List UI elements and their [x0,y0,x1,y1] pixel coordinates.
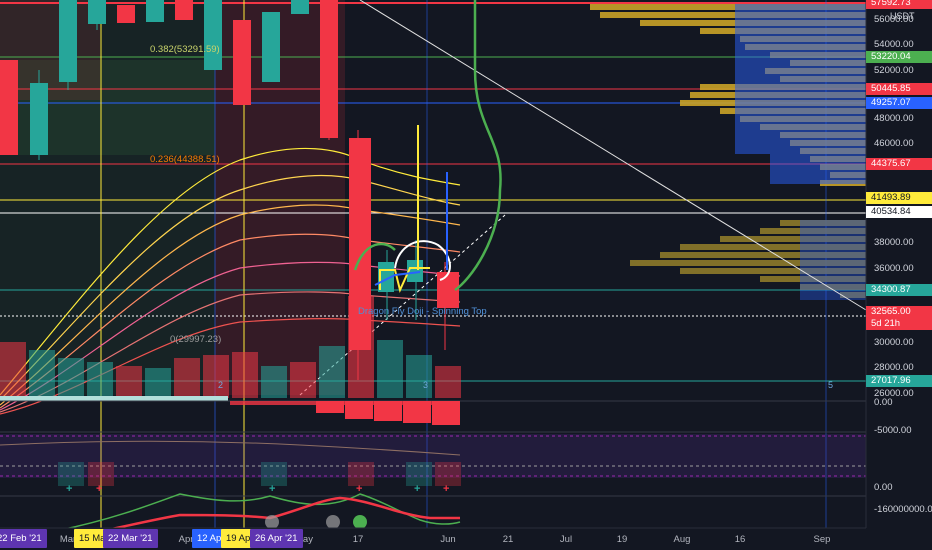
price-tick: 28000.00 [874,362,914,373]
fib-label-0236: 0.236(44388.51) [150,154,220,165]
svg-text:+: + [96,483,102,495]
svg-text:+: + [66,483,72,495]
price-tick: 46000.00 [874,138,914,149]
price-tick: 30000.00 [874,337,914,348]
marker-5: 5 [828,380,834,390]
indicator-tick: -5000.00 [874,425,912,436]
indicator-tick: -160000000.00 [874,504,932,515]
price-tick: 48000.00 [874,113,914,124]
time-tick: 16 [734,534,746,545]
dot-grey-1 [265,515,279,529]
pattern-label: Dragon Fly Doji - Spinning Top [358,306,487,317]
price-tick: 56000.00 [874,14,914,25]
price-badge-44375: 44375.67 [866,158,932,170]
time-tick: Jun [440,534,456,545]
osc-markers: + + + + + + [66,483,449,495]
svg-text:+: + [269,483,275,495]
price-badge-57592: 57592.73 [866,0,932,9]
volume-profile [590,4,866,300]
oscillator-band [0,434,866,478]
price-badge-53220: 53220.04 [866,51,932,63]
price-axis[interactable]: 56000.00 54000.00 52000.00 48000.00 4600… [866,0,932,550]
date-badge-22feb: 22 Feb '21 [0,529,47,548]
countdown-badge: 5d 21h [866,318,932,330]
price-tick: 38000.00 [874,237,914,248]
price-tick: 54000.00 [874,39,914,50]
price-badge-40534: 40534.84 [866,206,932,218]
price-badge-27017: 27017.96 [866,375,932,387]
price-badge-34300: 34300.87 [866,284,932,296]
marker-2: 2 [218,380,224,390]
svg-text:+: + [443,483,449,495]
time-axis[interactable]: Mar Apr May 17 Jun 21 Jul 19 Aug 16 Sep … [0,528,866,550]
price-tick: 36000.00 [874,263,914,274]
time-tick: Jul [559,534,573,545]
time-tick: 17 [352,534,364,545]
fib-label-0: 0(29997.23) [170,334,222,345]
time-tick: Sep [813,534,831,545]
date-badge-22mar: 22 Mar '21 [103,529,158,548]
price-tick: 52000.00 [874,65,914,76]
price-badge-41493: 41493.89 [866,192,932,204]
time-tick: 19 [616,534,628,545]
indicator-tick: 0.00 [874,397,893,408]
price-badge-50445: 50445.85 [866,83,932,95]
svg-text:+: + [414,483,420,495]
indicator-tick: 0.00 [874,482,893,493]
dot-green [353,515,367,529]
svg-text:+: + [356,483,362,495]
time-tick: Aug [673,534,691,545]
date-badge-26apr: 26 Apr '21 [250,529,303,548]
bar-light [0,396,228,401]
time-tick: 21 [502,534,514,545]
hand-drawn-annotations [353,0,502,294]
histogram-pane [230,401,460,425]
dot-grey-2 [326,515,340,529]
marker-3: 3 [423,380,429,390]
price-badge-49257: 49257.07 [866,97,932,109]
chart-canvas[interactable]: + + + + + + [0,0,932,550]
price-badge-current: 32565.00 [866,306,932,318]
fib-label-0382: 0.382(53291.59) [150,44,220,55]
